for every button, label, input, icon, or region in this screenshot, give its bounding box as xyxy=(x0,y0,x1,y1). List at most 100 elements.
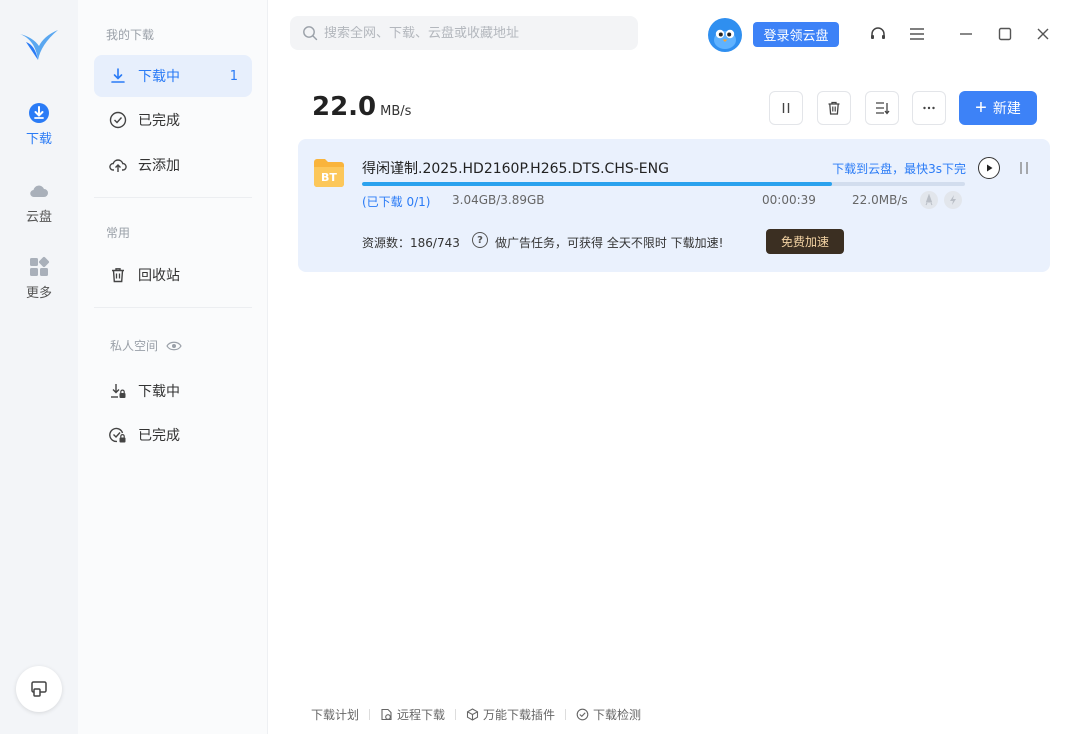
footer-universal-plugin[interactable]: 万能下载插件 xyxy=(466,706,555,723)
pause-icon xyxy=(1020,162,1028,174)
pause-all-button[interactable] xyxy=(769,91,803,125)
downloading-count-badge: 1 xyxy=(229,68,238,84)
pause-icon xyxy=(782,103,790,113)
plugin-cube-icon xyxy=(466,708,479,721)
footer-bar: 下载计划 远程下载 万能下载插件 下载检测 xyxy=(311,706,651,723)
cloud-upload-icon xyxy=(109,159,127,172)
sidebar-divider xyxy=(94,307,252,308)
mini-mode-button[interactable] xyxy=(16,666,62,712)
more-options-button[interactable] xyxy=(912,91,946,125)
sidebar-item-private-downloading[interactable]: 下载中 xyxy=(94,370,252,412)
downloaded-files-count: (已下载 0/1) xyxy=(362,195,431,209)
rail-item-cloud[interactable]: 云盘 xyxy=(0,180,78,225)
private-space-label: 私人空间 xyxy=(110,339,159,353)
footer-separator xyxy=(369,709,371,720)
free-boost-button[interactable]: 免费加速 xyxy=(766,229,844,254)
task-speed: 22.0MB/s xyxy=(852,193,908,207)
rail-item-more[interactable]: 更多 xyxy=(0,256,78,301)
sidebar-item-label: 已完成 xyxy=(138,428,180,444)
minimize-button[interactable] xyxy=(956,24,976,44)
section-title-my-downloads: 我的下载 xyxy=(106,28,155,42)
footer-item-label: 远程下载 xyxy=(397,708,446,722)
speed-unit: MB/s xyxy=(380,104,412,119)
trash-icon xyxy=(112,268,124,283)
footer-separator xyxy=(455,709,457,720)
sidebar-divider xyxy=(94,197,252,198)
headset-icon xyxy=(871,27,885,39)
download-to-cloud-link[interactable]: 下载到云盘，最快3s下完 xyxy=(832,160,966,177)
task-progress-bar xyxy=(362,182,965,186)
sidebar-item-downloading[interactable]: 下载中 1 xyxy=(94,55,252,97)
sidebar: 我的下载 下载中 1 已完成 云添加 常用 回收站 私人空间 下载中 已完成 xyxy=(78,0,268,734)
rail-item-label: 下载 xyxy=(25,132,52,147)
trash-icon xyxy=(828,101,840,115)
sort-button[interactable] xyxy=(865,91,899,125)
plus-icon: + xyxy=(975,97,987,119)
ellipsis-icon xyxy=(923,106,935,110)
left-rail: 下载 云盘 更多 xyxy=(0,0,78,734)
rocket-accelerate-icon[interactable] xyxy=(920,191,938,209)
footer-separator xyxy=(565,709,567,720)
rail-item-download[interactable]: 下载 xyxy=(0,102,78,147)
mini-window-icon xyxy=(31,681,47,697)
sidebar-item-completed[interactable]: 已完成 xyxy=(94,99,252,141)
app-window: 下载 云盘 更多 我的下载 下载中 1 已完成 云添加 常用 回收站 私人空间 … xyxy=(0,0,1080,734)
task-size: 3.04GB/3.89GB xyxy=(452,193,545,207)
sidebar-item-private-completed[interactable]: 已完成 xyxy=(94,414,252,456)
task-elapsed-time: 00:00:39 xyxy=(762,193,816,207)
play-icon xyxy=(987,164,993,172)
footer-item-label: 下载计划 xyxy=(311,708,360,722)
sidebar-item-label: 下载中 xyxy=(138,384,180,400)
footer-download-check[interactable]: 下载检测 xyxy=(576,706,641,723)
check-circle-icon xyxy=(109,111,127,129)
new-task-button[interactable]: + 新建 xyxy=(959,91,1037,125)
footer-download-plan[interactable]: 下载计划 xyxy=(311,706,359,723)
footer-remote-download[interactable]: 远程下载 xyxy=(380,706,445,723)
pause-task-button[interactable] xyxy=(1016,157,1032,179)
close-button[interactable] xyxy=(1033,24,1053,44)
sidebar-item-cloud-add[interactable]: 云添加 xyxy=(94,144,252,186)
footer-item-label: 万能下载插件 xyxy=(483,708,556,722)
total-speed: 22.0 MB/s xyxy=(312,92,411,122)
sidebar-item-label: 回收站 xyxy=(138,268,180,284)
lightning-boost-icon[interactable] xyxy=(944,191,962,209)
maximize-icon xyxy=(998,27,1012,41)
user-avatar[interactable] xyxy=(708,18,742,52)
remote-download-icon xyxy=(381,708,392,721)
minimize-icon xyxy=(960,33,972,35)
maximize-button[interactable] xyxy=(995,24,1015,44)
sort-icon xyxy=(876,102,890,115)
download-arrow-icon xyxy=(111,68,125,83)
login-button[interactable]: 登录领云盘 xyxy=(753,22,839,47)
rail-item-label: 云盘 xyxy=(25,210,52,225)
hamburger-menu-icon xyxy=(910,28,924,40)
play-preview-button[interactable] xyxy=(978,157,1000,179)
section-title-private-space: 私人空间 xyxy=(110,337,182,354)
private-completed-icon xyxy=(109,427,126,443)
help-icon[interactable]: ? xyxy=(472,232,488,248)
ad-task-promo-text: 做广告任务，可获得 全天不限时 下载加速! xyxy=(495,236,724,250)
footer-item-label: 下载检测 xyxy=(593,708,642,722)
bt-file-icon: BT xyxy=(314,159,344,187)
delete-button[interactable] xyxy=(817,91,851,125)
sidebar-item-label: 云添加 xyxy=(138,158,180,174)
eye-icon[interactable] xyxy=(166,340,182,352)
svg-text:BT: BT xyxy=(321,171,337,184)
main-menu-button[interactable] xyxy=(907,24,927,44)
customer-service-button[interactable] xyxy=(868,24,888,44)
sidebar-item-recycle-bin[interactable]: 回收站 xyxy=(94,254,252,296)
sidebar-item-label: 已完成 xyxy=(138,113,180,129)
sidebar-item-label: 下载中 xyxy=(138,69,180,85)
new-task-label: 新建 xyxy=(992,100,1021,116)
search-box[interactable] xyxy=(290,16,638,50)
rail-item-label: 更多 xyxy=(25,286,52,301)
app-logo-icon xyxy=(20,30,58,60)
download-task-card[interactable]: BT 得闲谨制.2025.HD2160P.H265.DTS.CHS-ENG 下载… xyxy=(298,139,1050,272)
task-progress-fill xyxy=(362,182,833,186)
task-file-name: 得闲谨制.2025.HD2160P.H265.DTS.CHS-ENG xyxy=(362,161,669,177)
cloud-icon xyxy=(30,185,48,198)
resource-count: 资源数：186/743 xyxy=(362,236,460,250)
download-check-icon xyxy=(576,708,589,721)
speed-value: 22.0 xyxy=(312,92,377,122)
search-input[interactable] xyxy=(324,25,624,41)
